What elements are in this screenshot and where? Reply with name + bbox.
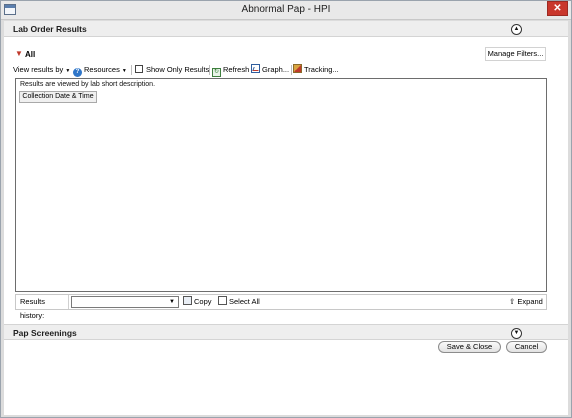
resources-label: Resources	[84, 65, 120, 74]
refresh-icon: ↻	[212, 68, 221, 77]
view-results-by-label: View results by	[13, 65, 64, 74]
copy-button[interactable]: Copy	[183, 296, 212, 308]
graph-button[interactable]: Graph...	[251, 63, 289, 77]
select-all-button[interactable]: Select All	[218, 296, 260, 308]
pap-screenings-header[interactable]: Pap Screenings ▼	[4, 324, 568, 340]
lab-order-results-title: Lab Order Results	[13, 24, 87, 34]
show-only-results-checkbox[interactable]: Show Only Results	[135, 63, 209, 77]
pap-screenings-title: Pap Screenings	[13, 328, 77, 338]
collapse-icon[interactable]: ▲	[511, 24, 522, 35]
title-bar[interactable]: Abnormal Pap - HPI ✕	[1, 1, 571, 20]
manage-filters-button[interactable]: Manage Filters...	[485, 47, 546, 61]
window-title: Abnormal Pap - HPI	[241, 4, 331, 15]
help-icon: ?	[73, 68, 82, 77]
filter-icon: ▼	[15, 49, 23, 58]
results-history-select[interactable]: ▼	[71, 296, 179, 308]
checkbox-box[interactable]	[135, 65, 143, 73]
expand-label: Expand	[517, 297, 543, 306]
save-and-close-button[interactable]: Save & Close	[438, 341, 501, 353]
expand-button[interactable]: ⇧ Expand	[509, 296, 543, 308]
copy-label: Copy	[194, 297, 212, 306]
close-button[interactable]: ✕	[547, 1, 568, 16]
results-description-note: Results are viewed by lab short descript…	[20, 81, 156, 88]
resources-dropdown[interactable]: ? Resources ▼	[73, 63, 127, 77]
select-all-label: Select All	[229, 297, 260, 306]
copy-icon	[183, 296, 192, 305]
graph-label: Graph...	[262, 65, 290, 74]
refresh-label: Refresh	[223, 65, 250, 74]
chevron-down-icon: ▼	[65, 68, 71, 74]
filter-row: ▼ All Manage Filters...	[4, 47, 568, 61]
dialog-window: Abnormal Pap - HPI ✕ Lab Order Results ▲…	[0, 0, 572, 418]
filter-label[interactable]: All	[25, 50, 35, 59]
results-grid[interactable]: Results are viewed by lab short descript…	[15, 78, 547, 292]
expand-section-icon[interactable]: ▼	[511, 328, 522, 339]
expand-icon: ⇧	[509, 297, 516, 306]
results-history-label: Results history:	[20, 295, 69, 320]
show-only-results-label: Show Only Results	[146, 65, 210, 74]
tracking-icon	[293, 64, 302, 73]
refresh-button[interactable]: ↻ Refresh	[212, 63, 249, 77]
tracking-label: Tracking...	[304, 65, 339, 74]
select-all-icon	[218, 296, 227, 305]
toolbar-divider	[291, 65, 292, 75]
cancel-button[interactable]: Cancel	[506, 341, 547, 353]
results-toolbar: View results by ▼ ? Resources ▼ Show Only R…	[13, 63, 549, 77]
results-history-bar: Results history: ▼ Copy Select All ⇧ Exp…	[15, 294, 547, 320]
view-results-by-dropdown[interactable]: View results by ▼	[13, 63, 70, 77]
toolbar-divider	[131, 65, 132, 75]
lab-order-results-header[interactable]: Lab Order Results ▲	[4, 21, 568, 37]
graph-icon	[251, 64, 260, 73]
chevron-down-icon: ▼	[121, 68, 127, 74]
tracking-button[interactable]: Tracking...	[293, 63, 339, 77]
chevron-down-icon[interactable]: ▼	[167, 297, 177, 307]
collection-date-time-column-header[interactable]: Collection Date & Time	[19, 91, 97, 103]
dialog-content: Lab Order Results ▲ ▼ All Manage Filters…	[4, 21, 568, 415]
toolbar-divider	[209, 65, 210, 75]
